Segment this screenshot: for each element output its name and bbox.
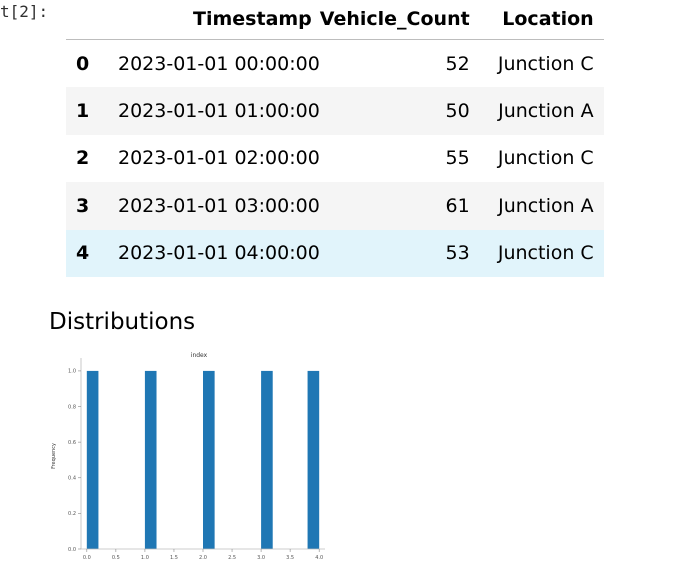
row-index: 0 — [76, 52, 90, 75]
location-cell: Junction C — [497, 52, 594, 75]
table-row: 0 2023-01-01 00:00:00 52 Junction C — [66, 40, 604, 88]
section-title: Distributions — [49, 309, 196, 335]
x-tick-label: 1.5 — [170, 555, 178, 561]
x-tick-label: 0.0 — [83, 555, 91, 561]
plot-area: 0.0 0.2 0.4 0.6 0.8 1.0 0.0 0.5 1.0 1.5 2.0 2.5 3.0 3… — [68, 358, 325, 561]
table-row: 1 2023-01-01 01:00:00 50 Junction A — [66, 87, 604, 135]
row-index: 1 — [76, 99, 90, 122]
row-index: 4 — [76, 242, 90, 265]
column-header-vehicle-count: Vehicle_Count — [319, 0, 470, 40]
x-tick-label: 2.0 — [199, 555, 207, 561]
location-cell: Junction C — [497, 147, 594, 170]
column-header-location: Location — [469, 0, 604, 40]
timestamp-cell: 2023-01-01 03:00:00 — [118, 194, 320, 217]
y-axis-label: Frequency — [51, 443, 57, 469]
vehicle-count-cell: 55 — [445, 147, 470, 170]
row-index: 3 — [76, 194, 90, 217]
x-tick-label: 3.5 — [286, 555, 294, 561]
vehicle-count-cell: 53 — [445, 242, 470, 265]
histogram-bar — [86, 370, 99, 549]
timestamp-cell: 2023-01-01 02:00:00 — [118, 147, 320, 170]
timestamp-cell: 2023-01-01 00:00:00 — [118, 52, 320, 75]
y-tick-label: 1.0 — [68, 369, 76, 375]
timestamp-cell: 2023-01-01 01:00:00 — [118, 99, 320, 122]
vehicle-count-cell: 52 — [445, 52, 470, 75]
location-cell: Junction A — [498, 194, 594, 217]
row-index: 2 — [76, 147, 90, 170]
table-header-row: Timestamp Vehicle_Count Location — [66, 0, 604, 40]
histogram-bar — [203, 370, 215, 549]
y-tick-label: 0.2 — [68, 511, 76, 517]
x-tick-label: 0.5 — [112, 555, 120, 561]
x-tick-label: 3.0 — [257, 555, 265, 561]
histogram-chart: index Frequency 0.0 0.2 0.4 0.6 0.8 1.0 0.0 0.5… — [51, 352, 325, 561]
y-tick-label: 0.0 — [68, 547, 76, 553]
table-row: 2 2023-01-01 02:00:00 55 Junction C — [66, 135, 604, 183]
column-header-timestamp: Timestamp — [108, 0, 320, 40]
y-tick-label: 0.8 — [68, 404, 76, 410]
table-row: 3 2023-01-01 03:00:00 61 Junction A — [66, 182, 604, 230]
timestamp-cell: 2023-01-01 04:00:00 — [118, 242, 320, 265]
dataframe-table: Timestamp Vehicle_Count Location 0 2023-… — [66, 0, 604, 277]
chart-title: index — [191, 352, 208, 359]
y-tick-label: 0.6 — [68, 440, 76, 446]
location-cell: Junction C — [497, 242, 594, 265]
location-cell: Junction A — [498, 99, 594, 122]
cell-prompt: t[2]: — [0, 2, 49, 21]
y-tick-label: 0.4 — [68, 476, 76, 482]
histogram-bar — [261, 370, 273, 549]
x-tick-label: 2.5 — [228, 555, 236, 561]
histogram-bar — [307, 370, 320, 549]
vehicle-count-cell: 50 — [445, 99, 470, 122]
x-tick-label: 1.0 — [141, 555, 149, 561]
histogram-bar — [144, 370, 157, 549]
vehicle-count-cell: 61 — [445, 194, 470, 217]
index-header — [66, 0, 108, 40]
table-row: 4 2023-01-01 04:00:00 53 Junction C — [66, 229, 604, 277]
x-tick-label: 4.0 — [315, 555, 323, 561]
